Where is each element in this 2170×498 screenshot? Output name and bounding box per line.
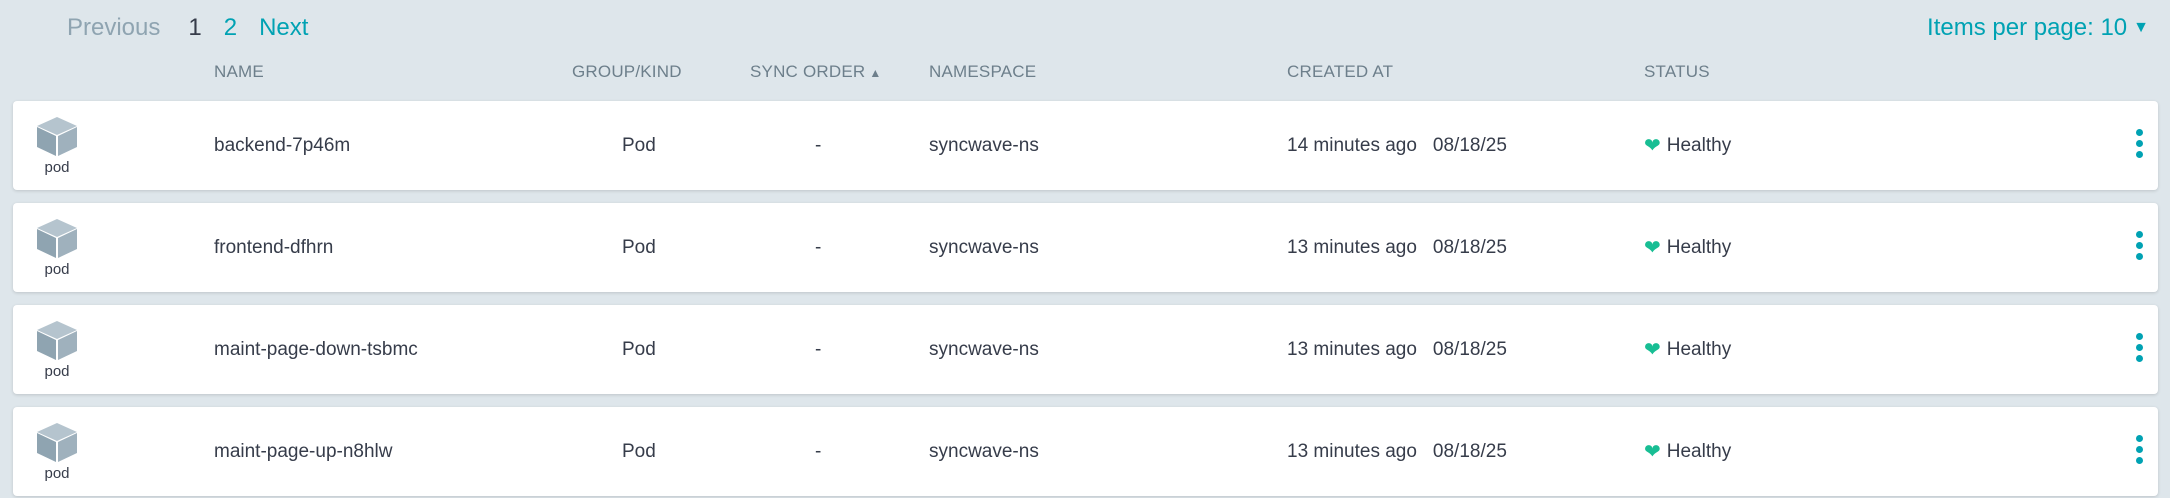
page-2-link[interactable]: 2 (224, 14, 237, 42)
heart-icon: ❤ (1644, 237, 1661, 259)
row-actions-menu-icon[interactable] (2132, 129, 2146, 158)
namespace-value: syncwave-ns (929, 338, 1039, 360)
caret-down-icon: ▼ (2133, 19, 2149, 36)
pagination: Previous 1 2 Next (67, 14, 308, 42)
resource-name[interactable]: maint-page-up-n8hlw (214, 407, 393, 496)
row-actions-menu-icon[interactable] (2132, 231, 2146, 260)
sync-order-label: SYNC ORDER (750, 62, 866, 81)
kind-icon-label: pod (44, 261, 70, 278)
resource-kind: Pod (622, 338, 656, 360)
resource-kind: Pod (622, 134, 656, 156)
row-actions-menu-icon[interactable] (2132, 333, 2146, 362)
status-badge: ❤ Healthy (1644, 305, 1731, 394)
page-1-link[interactable]: 1 (188, 14, 201, 42)
status-text: Healthy (1666, 134, 1732, 156)
created-at-value: 13 minutes ago 08/18/25 (1287, 407, 1507, 496)
created-age: 13 minutes ago (1287, 236, 1417, 258)
created-date: 08/18/25 (1432, 236, 1507, 258)
status-badge: ❤ Healthy (1644, 407, 1731, 496)
sync-order-value: - (815, 134, 822, 156)
created-age: 13 minutes ago (1287, 338, 1417, 360)
row-actions-menu-icon[interactable] (2132, 435, 2146, 464)
sort-ascending-icon: ▲ (869, 66, 882, 80)
kind-icon-label: pod (44, 159, 70, 176)
created-age: 13 minutes ago (1287, 440, 1417, 462)
table-header: NAME GROUP/KIND SYNC ORDER ▲ NAMESPACE CR… (0, 62, 2170, 88)
pod-kind-icon: pod (33, 319, 81, 380)
resource-name[interactable]: maint-page-down-tsbmc (214, 305, 418, 394)
table-row[interactable]: pod maint-page-down-tsbmc Pod - syncwave… (13, 305, 2158, 394)
created-at-value: 13 minutes ago 08/18/25 (1287, 203, 1507, 292)
pod-kind-icon: pod (33, 217, 81, 278)
cube-icon (37, 321, 77, 360)
heart-icon: ❤ (1644, 441, 1661, 463)
created-age: 14 minutes ago (1287, 134, 1417, 156)
status-badge: ❤ Healthy (1644, 101, 1731, 190)
items-per-page-dropdown[interactable]: Items per page: 10 ▼ (1927, 14, 2149, 42)
created-at-value: 13 minutes ago 08/18/25 (1287, 305, 1507, 394)
namespace-value: syncwave-ns (929, 134, 1039, 156)
sync-order-value: - (815, 440, 822, 462)
pod-kind-icon: pod (33, 115, 81, 176)
column-header-name[interactable]: NAME (214, 62, 264, 82)
resource-kind: Pod (622, 236, 656, 258)
cube-icon (37, 423, 77, 462)
namespace-value: syncwave-ns (929, 236, 1039, 258)
pod-kind-icon: pod (33, 421, 81, 482)
column-header-sync-order[interactable]: SYNC ORDER ▲ (750, 62, 881, 82)
sync-order-value: - (815, 338, 822, 360)
table-row[interactable]: pod backend-7p46m Pod - syncwave-ns 14 m… (13, 101, 2158, 190)
status-badge: ❤ Healthy (1644, 203, 1731, 292)
cube-icon (37, 219, 77, 258)
table-row[interactable]: pod maint-page-up-n8hlw Pod - syncwave-n… (13, 407, 2158, 496)
heart-icon: ❤ (1644, 135, 1661, 157)
column-header-created-at[interactable]: CREATED AT (1287, 62, 1393, 82)
sync-order-value: - (815, 236, 822, 258)
resource-name[interactable]: backend-7p46m (214, 101, 350, 190)
kind-icon-label: pod (44, 363, 70, 380)
cube-icon (37, 117, 77, 156)
previous-page-link[interactable]: Previous (67, 14, 160, 42)
created-date: 08/18/25 (1432, 338, 1507, 360)
column-header-group-kind[interactable]: GROUP/KIND (572, 62, 682, 82)
namespace-value: syncwave-ns (929, 440, 1039, 462)
resource-name[interactable]: frontend-dfhrn (214, 203, 333, 292)
created-at-value: 14 minutes ago 08/18/25 (1287, 101, 1507, 190)
status-text: Healthy (1666, 338, 1732, 360)
kind-icon-label: pod (44, 465, 70, 482)
status-text: Healthy (1666, 440, 1732, 462)
column-header-namespace[interactable]: NAMESPACE (929, 62, 1036, 82)
resource-kind: Pod (622, 440, 656, 462)
table-row[interactable]: pod frontend-dfhrn Pod - syncwave-ns 13 … (13, 203, 2158, 292)
created-date: 08/18/25 (1432, 134, 1507, 156)
created-date: 08/18/25 (1432, 440, 1507, 462)
heart-icon: ❤ (1644, 339, 1661, 361)
items-per-page-label: Items per page: 10 (1927, 14, 2128, 41)
next-page-link[interactable]: Next (259, 14, 308, 42)
column-header-status[interactable]: STATUS (1644, 62, 1710, 82)
status-text: Healthy (1666, 236, 1732, 258)
